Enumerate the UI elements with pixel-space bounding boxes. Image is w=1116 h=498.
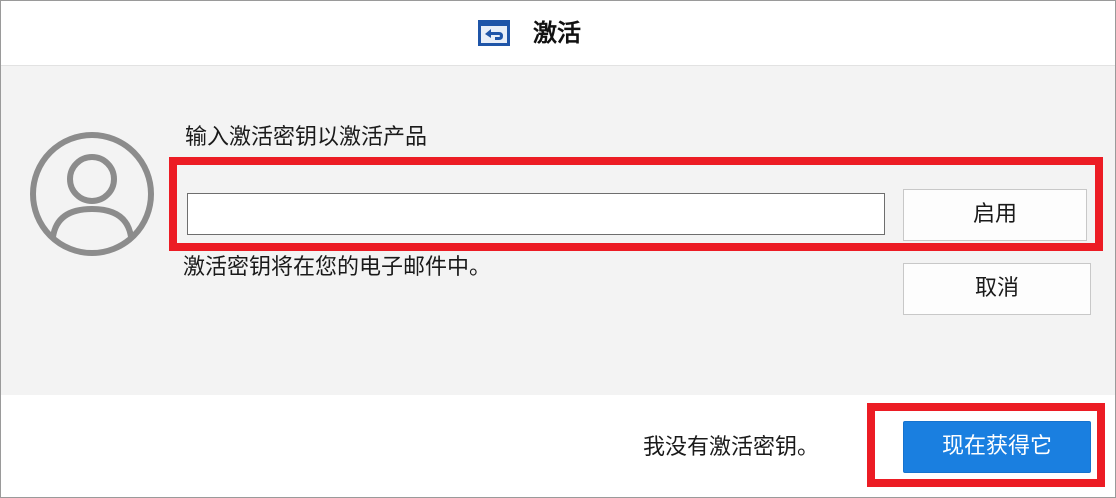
- activation-dialog: 激活 输入激活密钥以激活产品 启用 激活密钥将在您的电子邮件中。 取消 我没有激…: [0, 0, 1116, 498]
- activation-key-input[interactable]: [187, 193, 885, 235]
- no-key-text: 我没有激活密钥。: [643, 435, 820, 460]
- cancel-button[interactable]: 取消: [903, 263, 1091, 315]
- activation-prompt: 输入激活密钥以激活产品: [185, 125, 428, 150]
- user-avatar-icon: [30, 132, 154, 256]
- email-hint: 激活密钥将在您的电子邮件中。: [183, 255, 492, 280]
- dialog-title: 激活: [533, 19, 581, 47]
- buy-now-button[interactable]: 现在获得它: [903, 421, 1091, 473]
- enable-button[interactable]: 启用: [903, 189, 1087, 241]
- title-bar: 激活: [1, 1, 1115, 66]
- back-folder-icon: [478, 20, 510, 46]
